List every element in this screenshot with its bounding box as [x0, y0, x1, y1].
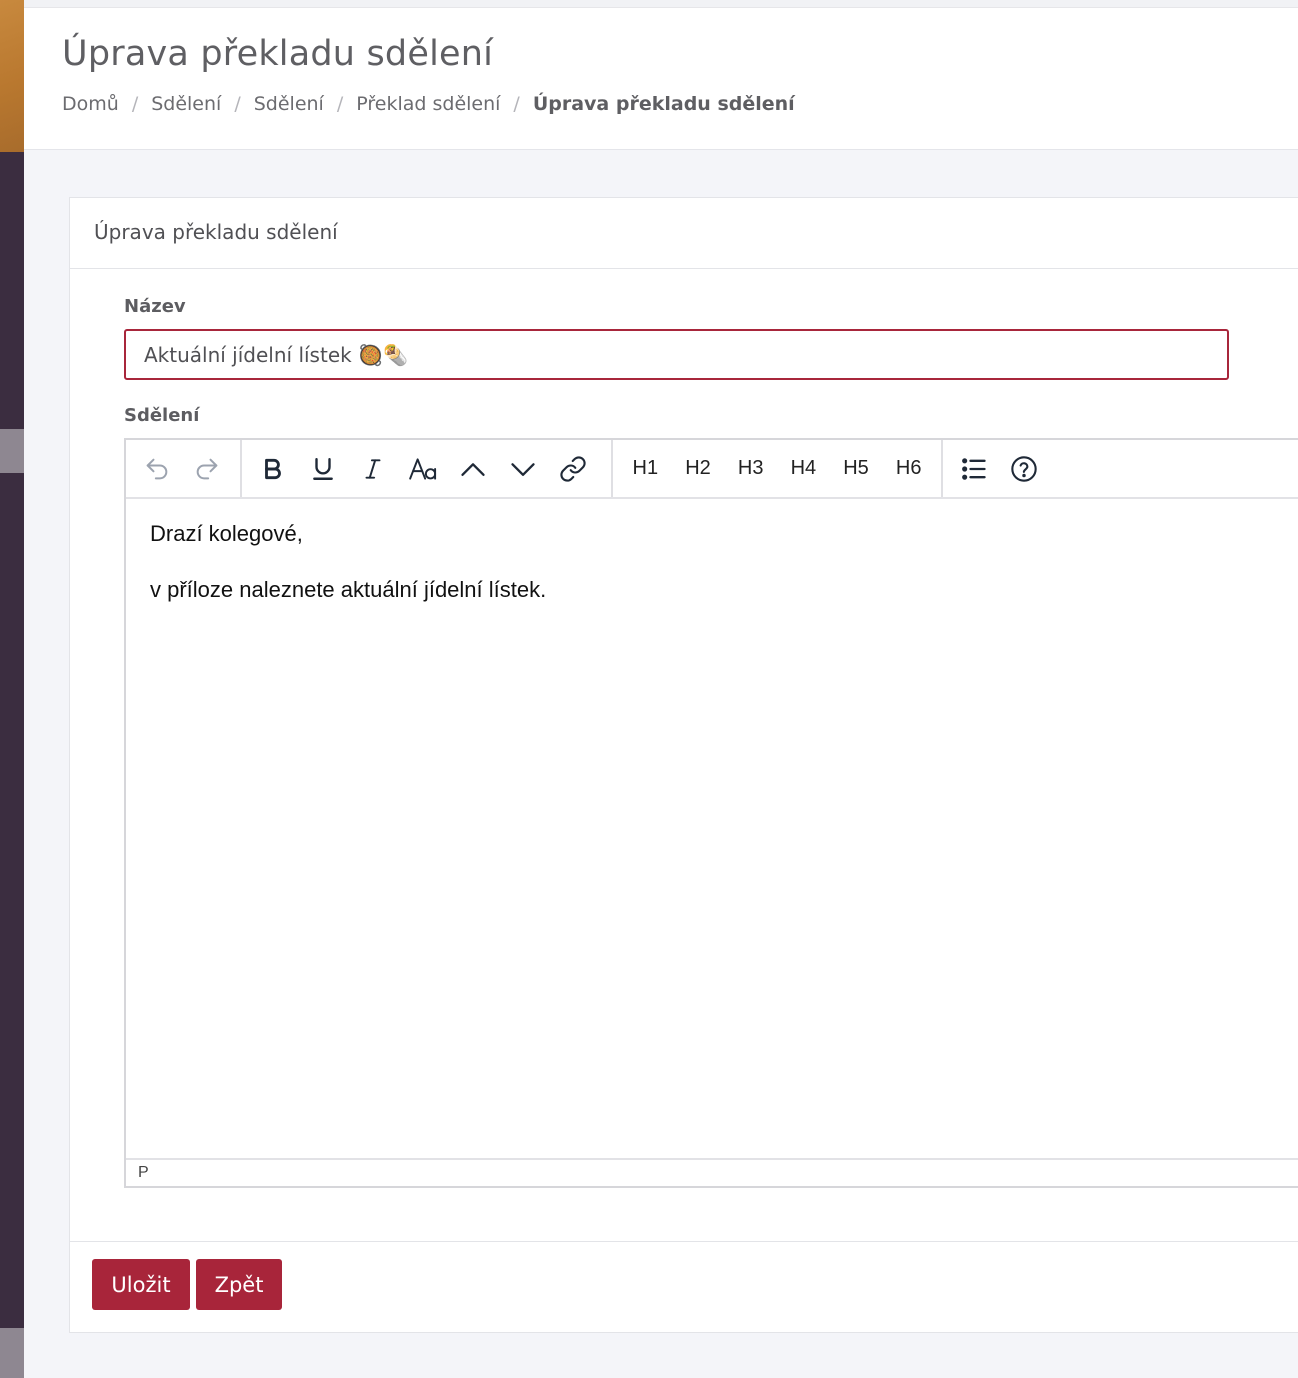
card-header: Úprava překladu sdělení	[70, 198, 1298, 269]
editor-paragraph: Drazí kolegové,	[150, 521, 303, 546]
element-path[interactable]: P	[138, 1164, 149, 1181]
breadcrumb-separator: /	[234, 93, 241, 115]
breadcrumb-item-messages[interactable]: Sdělení	[151, 93, 221, 115]
breadcrumb-separator: /	[131, 93, 139, 115]
rich-text-editor: H1 H2 H3 H4 H5 H6 Drazí kolegové, v příl…	[124, 438, 1298, 1188]
bullet-list-button[interactable]	[949, 449, 999, 489]
editor-paragraph: v příloze naleznete aktuální jídelní lís…	[150, 577, 547, 602]
breadcrumb-item-current: Úprava překladu sdělení	[532, 93, 795, 115]
breadcrumb: Domů / Sdělení / Sdělení / Překlad sděle…	[62, 93, 795, 115]
italic-icon	[365, 458, 381, 479]
bold-button[interactable]	[248, 449, 298, 489]
breadcrumb-item-message[interactable]: Sdělení	[254, 93, 324, 115]
undo-icon	[146, 458, 168, 479]
h5-button[interactable]: H5	[830, 449, 883, 489]
toolbar-group-misc	[943, 440, 1055, 497]
edit-card: Úprava překladu sdělení Název Sdělení	[69, 197, 1298, 1333]
breadcrumb-separator: /	[336, 93, 344, 115]
toolbar-group-formatting	[242, 440, 613, 497]
logo[interactable]	[0, 0, 24, 152]
message-label: Sdělení	[124, 405, 200, 426]
link-button[interactable]	[548, 449, 598, 489]
bullet-list-icon	[962, 457, 986, 480]
undo-button[interactable]	[132, 449, 182, 489]
breadcrumb-item-translation[interactable]: Překlad sdělení	[356, 93, 500, 115]
page-title: Úprava překladu sdělení	[62, 34, 494, 74]
link-icon	[560, 455, 586, 482]
editor-content-area[interactable]: Drazí kolegové, v příloze naleznete aktu…	[126, 499, 1298, 1159]
save-button[interactable]: Uložit	[92, 1259, 190, 1310]
breadcrumb-item-home[interactable]: Domů	[62, 93, 119, 115]
bold-icon	[265, 458, 281, 479]
h6-button[interactable]: H6	[882, 449, 935, 489]
breadcrumb-separator: /	[513, 93, 520, 115]
name-input[interactable]	[124, 329, 1229, 380]
toolbar-group-headings: H1 H2 H3 H4 H5 H6	[613, 440, 943, 497]
chevron-down-icon	[511, 462, 535, 476]
editor-toolbar: H1 H2 H3 H4 H5 H6	[126, 440, 1298, 499]
italic-button[interactable]	[348, 449, 398, 489]
help-icon	[1011, 455, 1037, 482]
h4-button[interactable]: H4	[777, 449, 830, 489]
sidebar	[0, 0, 24, 1378]
page-header: Úprava překladu sdělení Domů / Sdělení /…	[24, 8, 1298, 150]
h1-button[interactable]: H1	[619, 449, 672, 489]
back-button[interactable]: Zpět	[196, 1259, 282, 1310]
font-size-button[interactable]	[398, 449, 448, 489]
redo-button[interactable]	[182, 449, 232, 489]
toolbar-group-history	[126, 440, 242, 497]
subscript-button[interactable]	[498, 449, 548, 489]
top-bar	[24, 0, 1298, 8]
card-footer-divider	[70, 1241, 1298, 1242]
h3-button[interactable]: H3	[724, 449, 777, 489]
sidebar-active-marker[interactable]	[0, 429, 24, 473]
font-size-icon	[409, 457, 437, 480]
name-label: Název	[124, 296, 186, 317]
editor-statusbar: P	[126, 1158, 1298, 1186]
sidebar-bottom-marker[interactable]	[0, 1328, 24, 1378]
underline-icon	[313, 457, 333, 480]
card-title: Úprava překladu sdělení	[94, 220, 338, 244]
chevron-up-icon	[461, 462, 485, 476]
h2-button[interactable]: H2	[672, 449, 725, 489]
underline-button[interactable]	[298, 449, 348, 489]
help-button[interactable]	[999, 449, 1049, 489]
redo-icon	[196, 458, 218, 479]
superscript-button[interactable]	[448, 449, 498, 489]
